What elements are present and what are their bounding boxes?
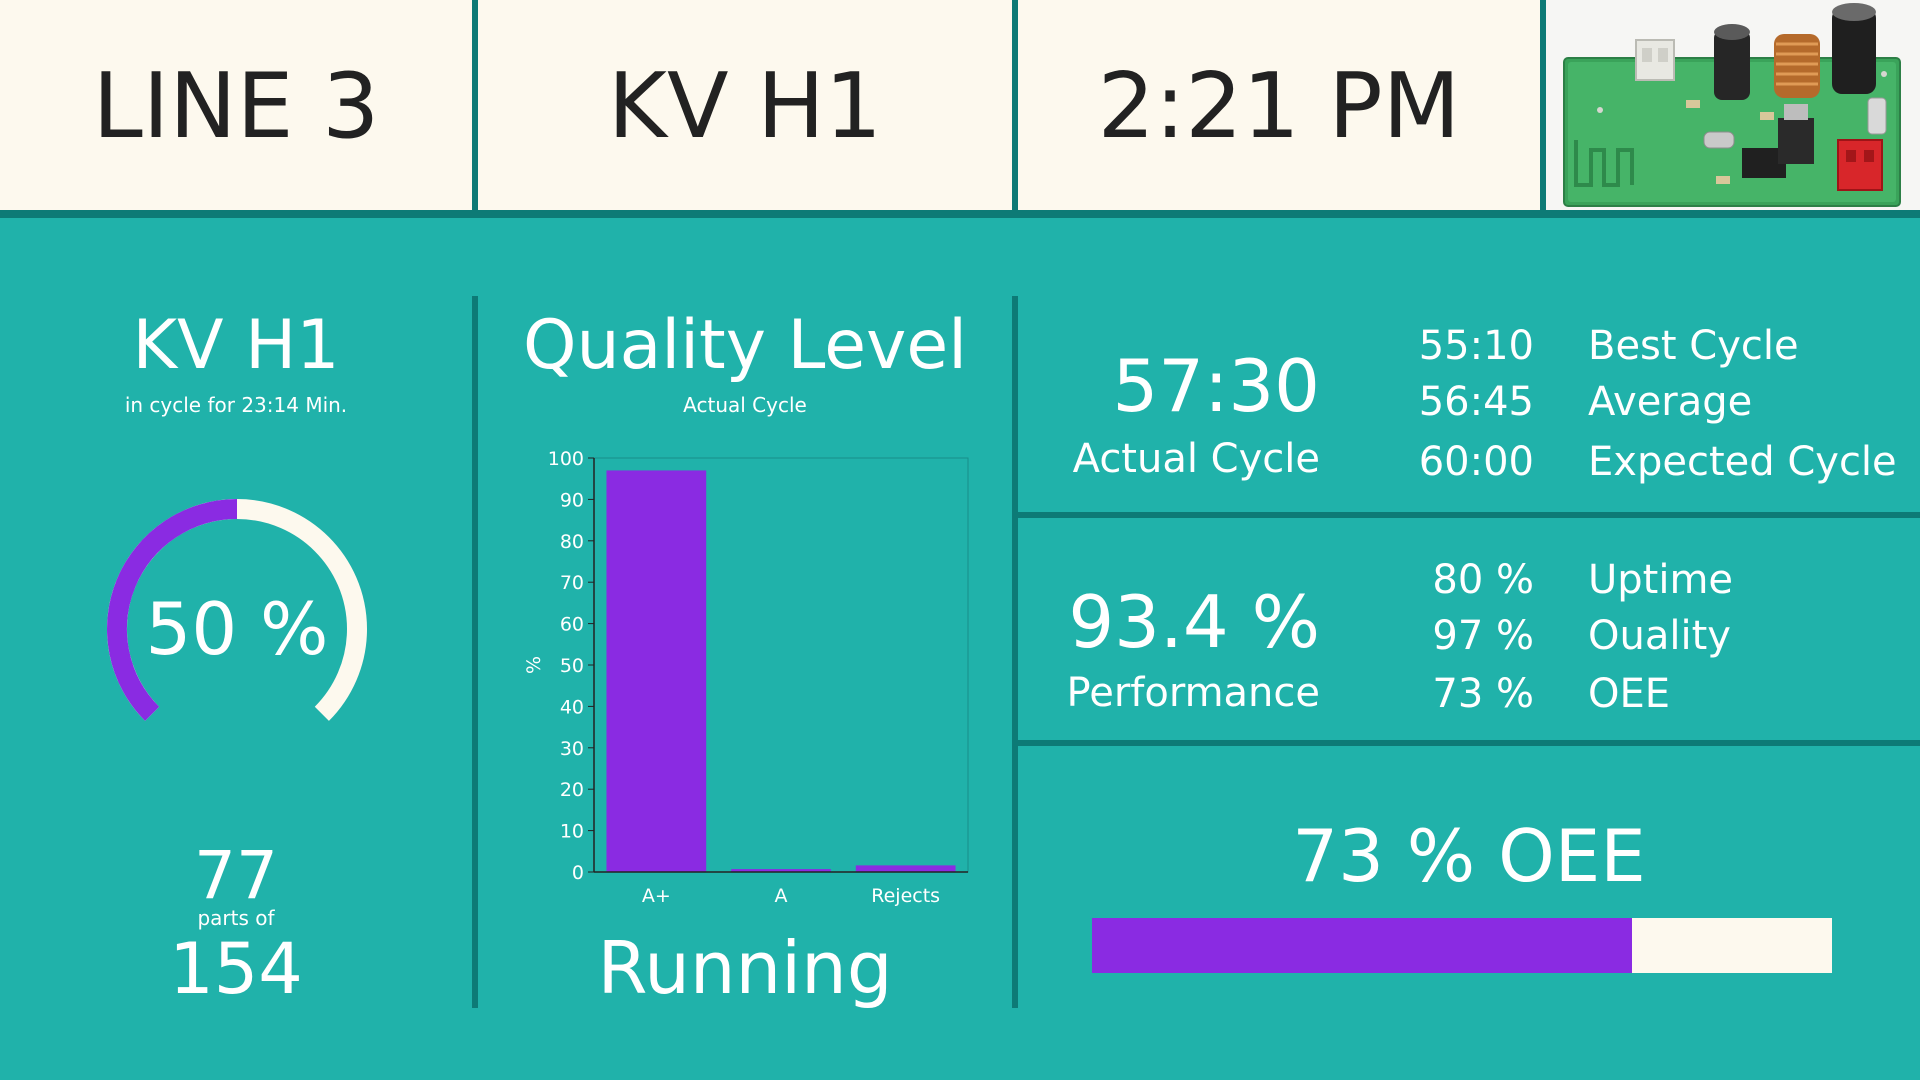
parts-total: 154: [169, 928, 303, 1010]
chart-y-tick-label: 20: [560, 779, 584, 801]
performance-label: Performance: [1066, 670, 1320, 716]
cycle-row-value: 56:45: [1418, 379, 1534, 425]
machine-label: KV H1: [607, 53, 883, 159]
oee-progress-fill: [1092, 918, 1633, 973]
chart-y-tick-label: 40: [560, 696, 584, 718]
performance-row-label: Ouality: [1588, 613, 1731, 659]
oee-title: 73 % OEE: [1292, 814, 1646, 898]
performance-row-value: 73 %: [1432, 671, 1534, 717]
chart-y-tick-label: 10: [560, 821, 584, 843]
product-image: [1546, 0, 1920, 210]
panel-divider: [1018, 740, 1920, 746]
chart-y-tick-label: 80: [560, 531, 584, 553]
quality-bar-chart: 0 10 20 30 40 50 60 70 80 90 100 A+ A Rejects%: [523, 448, 969, 907]
cycle-row-value: 60:00: [1418, 439, 1534, 485]
chart-y-tick-label: 100: [548, 448, 584, 470]
machine-panel-title: KV H1: [132, 306, 340, 385]
clock-label: 2:21 PM: [1097, 53, 1461, 159]
cycle-row-label: Best Cycle: [1588, 323, 1799, 369]
parts-of-label: parts of: [197, 906, 275, 930]
machine-panel-subtitle: in cycle for 23:14 Min.: [124, 393, 348, 417]
performance-row-label: Uptime: [1588, 557, 1734, 603]
actual-cycle-value: 57:30: [1112, 344, 1321, 428]
parts-done: 77: [194, 837, 278, 914]
chart-y-tick-label: 0: [572, 862, 584, 884]
chart-bar: [606, 470, 707, 872]
cycle-row-label: Average: [1588, 379, 1753, 425]
oee-progress-bar: [1092, 918, 1832, 973]
chart-x-tick-label: A+: [642, 885, 671, 907]
chart-bar: [855, 865, 956, 872]
performance-row-value: 97 %: [1432, 613, 1534, 659]
header-divider-line: [0, 210, 1920, 218]
chart-y-tick-label: 90: [560, 489, 584, 511]
line-label: LINE 3: [92, 53, 380, 159]
panel-divider: [1012, 296, 1018, 1008]
chart-y-tick-label: 60: [560, 614, 584, 636]
actual-cycle-label: Actual Cycle: [1072, 436, 1320, 482]
chart-x-tick-label: Rejects: [871, 885, 940, 907]
panel-divider: [1018, 512, 1920, 518]
header-bar: LINE 3 KV H1 2:21 PM: [0, 0, 1920, 212]
cycle-row-value: 55:10: [1418, 323, 1534, 369]
performance-row-value: 80 %: [1432, 557, 1534, 603]
machine-status: Running: [597, 926, 893, 1010]
progress-percent: 50 %: [145, 587, 329, 671]
quality-subtitle: Actual Cycle: [683, 393, 807, 417]
chart-x-tick-label: A: [775, 885, 788, 907]
chart-y-axis-label: %: [523, 656, 545, 674]
cycle-row-label: Expected Cycle: [1588, 439, 1897, 485]
pcb-board-image: [1546, 0, 1920, 210]
performance-row-label: OEE: [1588, 671, 1671, 717]
performance-value: 93.4 %: [1068, 580, 1320, 664]
chart-y-tick-label: 30: [560, 738, 584, 760]
quality-title: Quality Level: [522, 306, 968, 385]
chart-y-tick-label: 50: [560, 655, 584, 677]
chart-y-tick-label: 70: [560, 572, 584, 594]
